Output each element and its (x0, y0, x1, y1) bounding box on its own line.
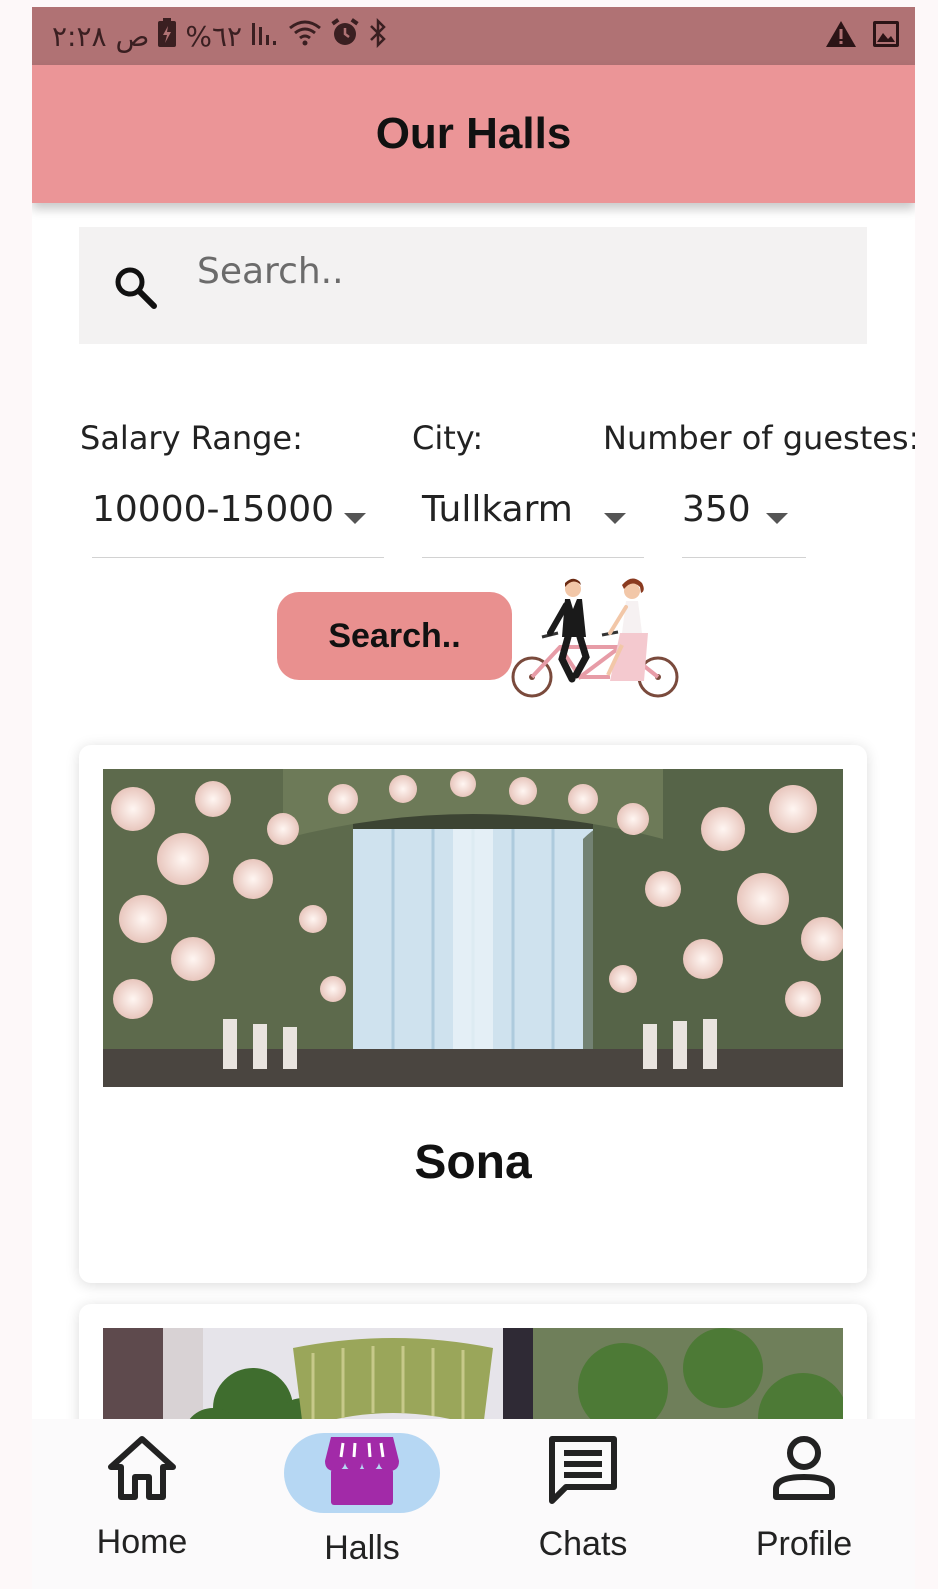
dropdown-arrow-icon (766, 513, 788, 524)
couple-bicycle-illustration (510, 577, 680, 707)
guests-value: 350 (682, 489, 751, 530)
nav-item-chats[interactable]: Chats (473, 1419, 693, 1589)
store-icon (323, 1433, 401, 1512)
status-right (825, 19, 901, 54)
salary-range-dropdown[interactable]: 10000-15000 (92, 489, 384, 558)
signal-icon (250, 19, 280, 54)
nav-label-halls: Halls (324, 1529, 400, 1567)
bluetooth-icon (368, 17, 388, 55)
nav-label-profile: Profile (755, 1525, 853, 1563)
alarm-icon (330, 17, 360, 55)
nav-item-profile[interactable]: Profile (694, 1419, 914, 1589)
search-button-label: Search.. (328, 616, 461, 655)
nav-item-home[interactable]: Home (32, 1419, 252, 1589)
page-title: Our Halls (375, 109, 572, 158)
search-icon (113, 265, 159, 316)
wifi-icon (288, 19, 322, 54)
chat-icon (546, 1433, 620, 1512)
dropdown-arrow-icon (604, 513, 626, 524)
warning-icon (825, 19, 857, 54)
guests-dropdown[interactable]: 350 (682, 489, 806, 558)
city-dropdown[interactable]: Tullkarm (422, 489, 644, 558)
battery-icon (157, 17, 177, 55)
hall-card[interactable]: Sona (79, 745, 867, 1283)
status-time: ص ٢:٢٨ (52, 19, 150, 53)
dropdown-arrow-icon (344, 513, 366, 524)
city-value: Tullkarm (422, 489, 573, 530)
image-icon (871, 19, 901, 54)
hall-image (103, 769, 843, 1087)
search-button[interactable]: Search.. (277, 592, 512, 680)
person-icon (771, 1433, 837, 1508)
bottom-navigation: Home Halls Chats Profile (32, 1419, 915, 1589)
nav-label-chats: Chats (538, 1525, 628, 1563)
status-bar: ص ٢:٢٨ %٦٢ (32, 7, 915, 65)
salary-range-label: Salary Range: (80, 419, 303, 457)
search-placeholder: Search.. (197, 251, 344, 292)
app-bar: Our Halls (32, 65, 915, 203)
nav-label-home: Home (96, 1523, 188, 1561)
city-label: City: (412, 419, 484, 457)
battery-percent: %٦٢ (185, 19, 243, 53)
guests-label: Number of guestes: (603, 419, 915, 457)
salary-range-value: 10000-15000 (92, 489, 335, 530)
phone-screen: ص ٢:٢٨ %٦٢ Our Halls Search.. Salary Ran… (32, 7, 915, 1589)
status-left: ص ٢:٢٨ %٦٢ (52, 17, 388, 55)
home-icon (105, 1433, 179, 1508)
nav-item-halls[interactable]: Halls (252, 1419, 472, 1589)
hall-name: Sona (414, 1136, 532, 1189)
search-input[interactable]: Search.. (79, 227, 867, 344)
